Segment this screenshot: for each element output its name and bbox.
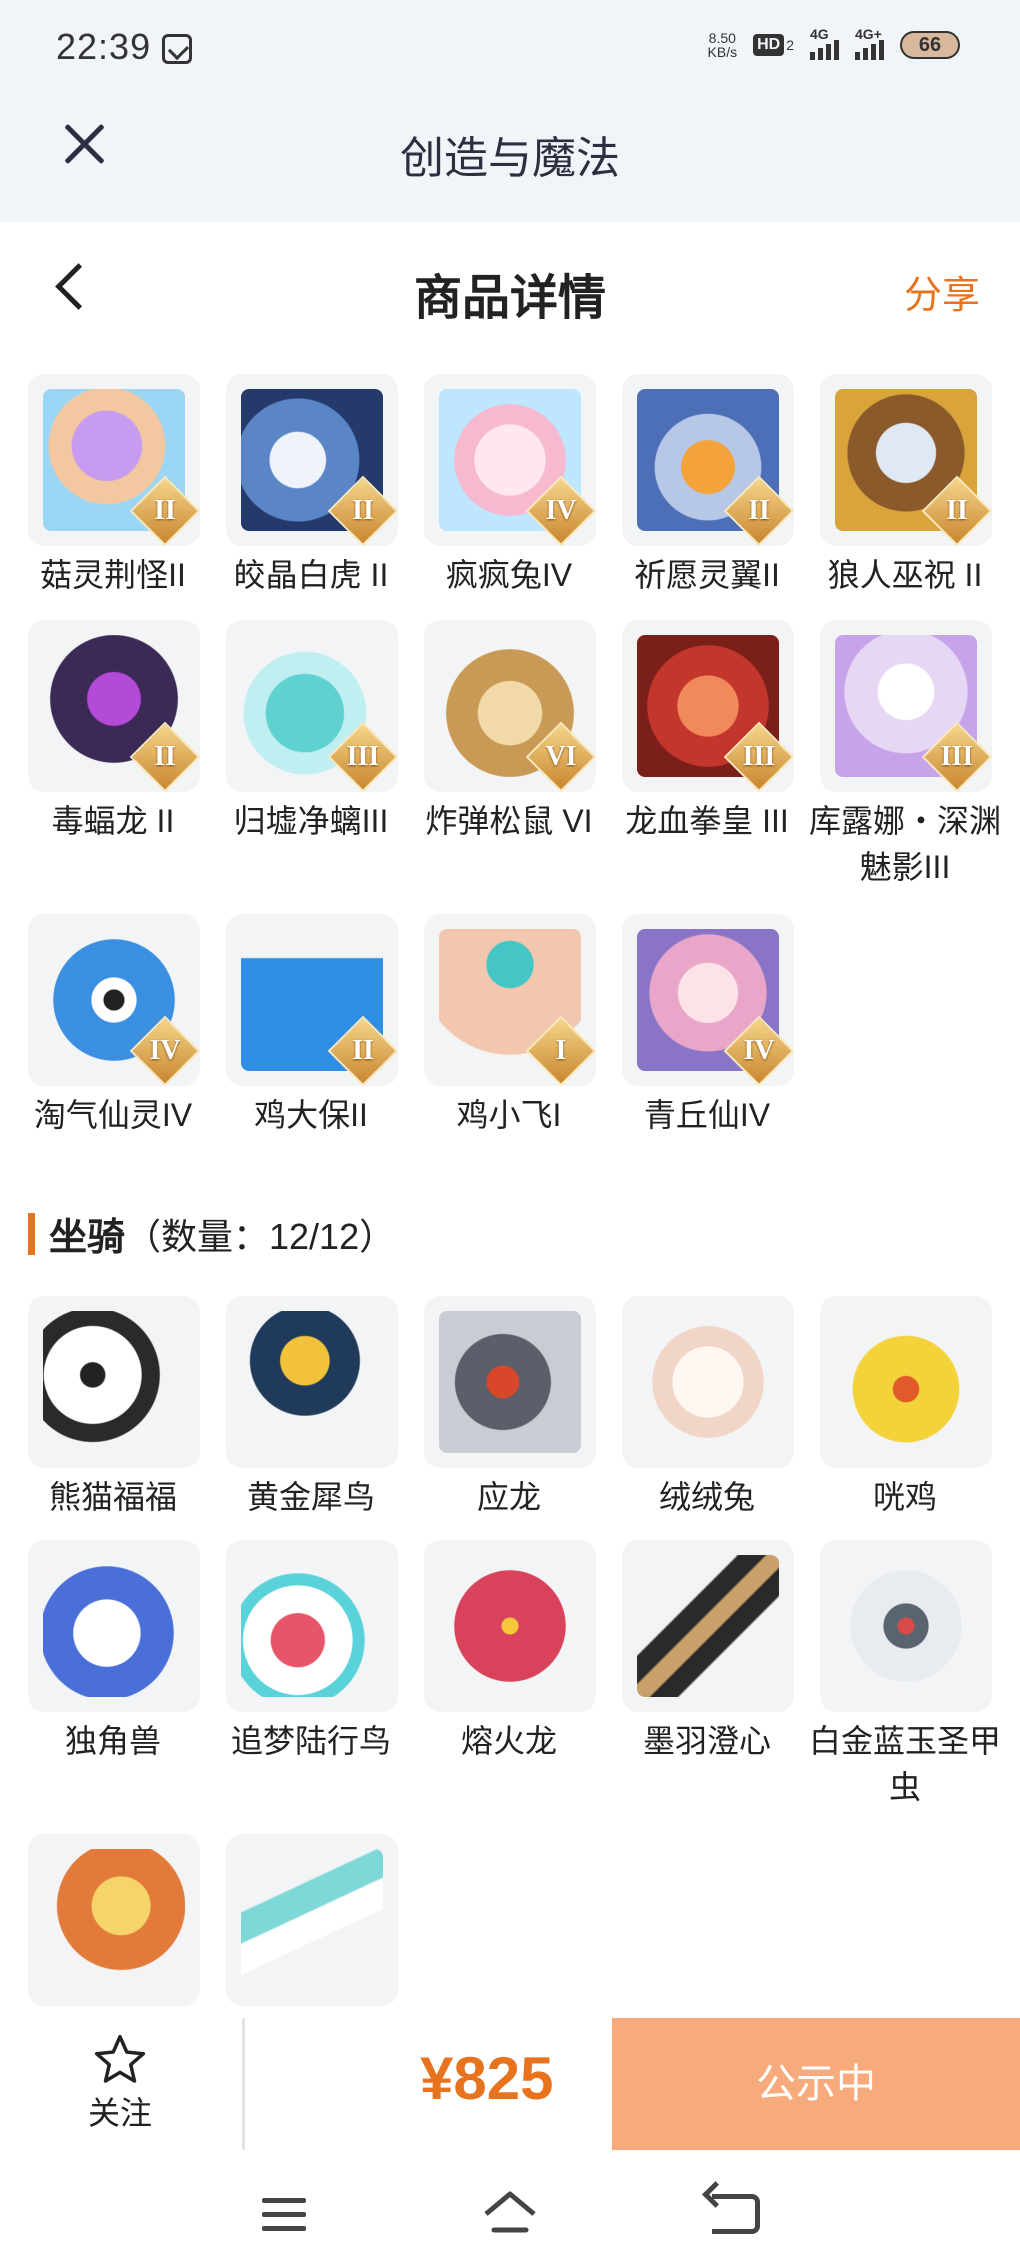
- public-notice-button[interactable]: 公示中: [612, 2018, 1020, 2150]
- menu-icon[interactable]: [262, 2198, 306, 2232]
- mount-thumbnail: [424, 1296, 596, 1468]
- app-title: 创造与魔法: [400, 134, 620, 183]
- item-thumbnail: II: [28, 620, 200, 792]
- mount-thumbnail: [424, 1540, 596, 1712]
- item-thumbnail: II: [28, 374, 200, 546]
- section-accent-bar: [28, 1212, 35, 1255]
- hd-badge: HD: [753, 34, 785, 56]
- item-name: 归墟净螭III: [233, 803, 389, 839]
- item-thumbnail: VI: [424, 620, 596, 792]
- page-title: 商品详情: [413, 272, 606, 325]
- mount-name: 墨羽澄心: [642, 1723, 771, 1759]
- item-name: 菇灵荆怪II: [40, 557, 186, 593]
- mount-thumbnail: [820, 1296, 992, 1468]
- item-thumbnail: IV: [622, 914, 794, 1086]
- signal-icon: 4G: [810, 26, 839, 60]
- mounts-section-header: 坐骑 （数量：12/12）: [28, 1206, 395, 1261]
- item-thumbnail: II: [820, 374, 992, 546]
- item-name: 青丘仙IV: [643, 1097, 771, 1133]
- battery-icon: 66: [900, 31, 960, 59]
- signal-icon: 4G+: [855, 26, 884, 60]
- bottom-action-bar: 关注 ¥825 公示中: [0, 2018, 1020, 2150]
- mount-name: 咣鸡: [872, 1479, 937, 1515]
- mount-thumbnail: [226, 1296, 398, 1468]
- top-area: 22:39 8.50 KB/s HD 2 4G 4G+ 66 创造与魔法: [0, 0, 1020, 222]
- item-name: 狼人巫祝 II: [827, 557, 983, 593]
- item-name: 皎晶白虎 II: [233, 557, 389, 593]
- notification-app-icon: [162, 34, 192, 64]
- mount-name: 绒绒兔: [658, 1479, 755, 1515]
- mount-name: 应龙: [476, 1479, 541, 1515]
- section-title: 坐骑: [49, 1217, 126, 1259]
- mount-name: 白金蓝玉圣甲虫: [808, 1723, 1001, 1805]
- item-name: 淘气仙灵IV: [33, 1097, 193, 1133]
- item-thumbnail: IV: [424, 374, 596, 546]
- share-button[interactable]: 分享: [904, 264, 980, 319]
- item-name: 鸡大保II: [254, 1097, 368, 1133]
- status-time: 22:39: [56, 26, 152, 67]
- mount-name: 熔火龙: [460, 1723, 557, 1759]
- mount-name: 追梦陆行鸟: [230, 1723, 391, 1759]
- item-thumbnail: III: [226, 620, 398, 792]
- mount-thumbnail: [226, 1834, 398, 2006]
- mount-thumbnail: [28, 1540, 200, 1712]
- section-count: （数量：12/12）: [125, 1215, 396, 1257]
- item-name: 龙血拳皇 III: [625, 803, 789, 839]
- item-thumbnail: II: [226, 914, 398, 1086]
- item-thumbnail: IV: [28, 914, 200, 1086]
- item-name: 炸弹松鼠 VI: [425, 803, 593, 839]
- star-icon: [94, 2034, 146, 2083]
- mount-name: 熊猫福福: [48, 1479, 177, 1515]
- item-thumbnail: III: [820, 620, 992, 792]
- mount-name: 黄金犀鸟: [246, 1479, 375, 1515]
- status-indicators: 8.50 KB/s HD 2 4G 4G+ 66: [707, 26, 960, 60]
- follow-label: 关注: [87, 2095, 152, 2131]
- follow-button[interactable]: 关注: [40, 2032, 200, 2142]
- item-name: 祈愿灵翼II: [634, 557, 780, 593]
- item-name: 库露娜・深渊魅影III: [808, 803, 1001, 885]
- item-name: 疯疯兔IV: [445, 557, 573, 593]
- item-thumbnail: II: [226, 374, 398, 546]
- price: ¥825: [420, 2045, 554, 2112]
- mount-thumbnail: [622, 1540, 794, 1712]
- mount-thumbnail: [820, 1540, 992, 1712]
- item-thumbnail: II: [622, 374, 794, 546]
- home-icon[interactable]: [482, 2190, 538, 2236]
- item-name: 鸡小飞I: [456, 1097, 562, 1133]
- mount-name: 独角兽: [64, 1723, 161, 1759]
- mount-thumbnail: [28, 1296, 200, 1468]
- mount-thumbnail: [28, 1834, 200, 2006]
- network-speed: 8.50 KB/s: [707, 30, 738, 60]
- system-nav-bar: [0, 2150, 1020, 2267]
- item-thumbnail: I: [424, 914, 596, 1086]
- back-icon[interactable]: [712, 2194, 760, 2234]
- item-name: 毒蝠龙 II: [51, 803, 175, 839]
- divider: [242, 2018, 245, 2150]
- hd-sub: 2: [786, 37, 794, 53]
- mount-thumbnail: [622, 1296, 794, 1468]
- item-thumbnail: III: [622, 620, 794, 792]
- mount-thumbnail: [226, 1540, 398, 1712]
